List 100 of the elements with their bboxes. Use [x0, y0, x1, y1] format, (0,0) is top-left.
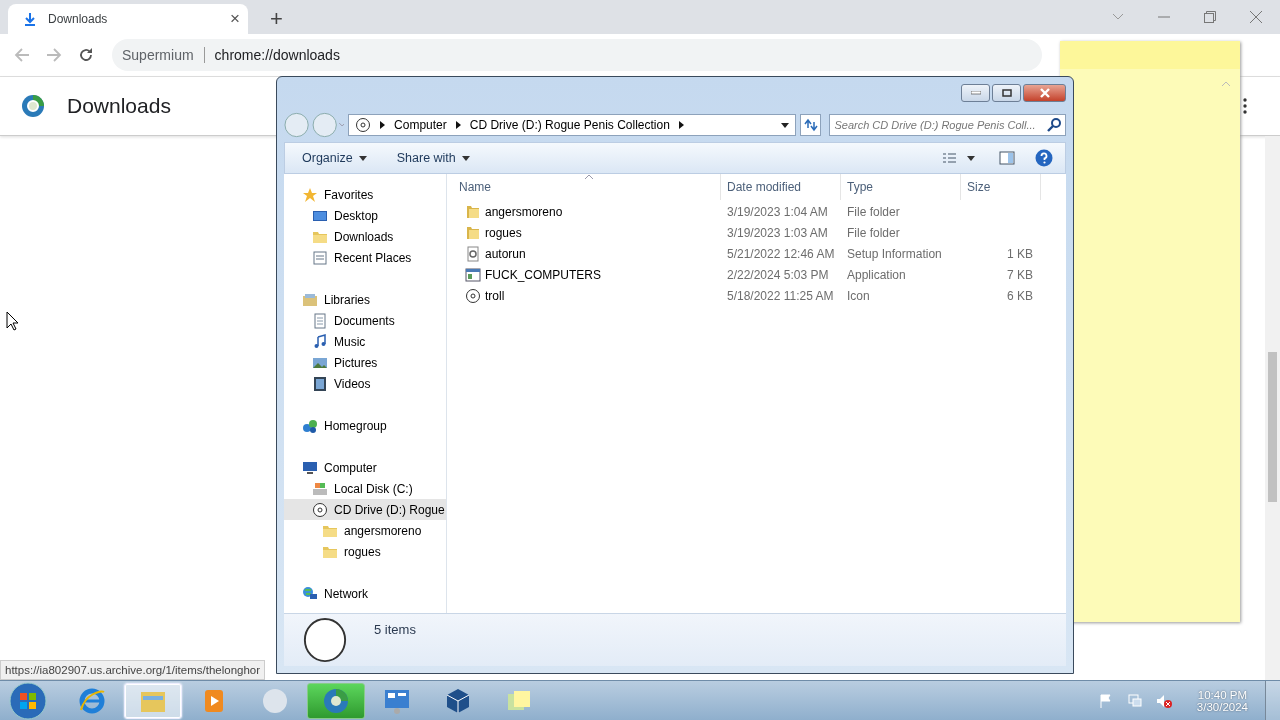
nav-item[interactable]: Network — [284, 583, 446, 604]
status-url: https://ia802907.us.archive.org/1/items/thelonghor — [0, 660, 266, 680]
network-icon[interactable] — [1126, 692, 1143, 709]
flag-icon[interactable] — [1097, 692, 1114, 709]
folder-icon — [465, 203, 481, 220]
new-tab-button[interactable]: + — [270, 8, 283, 30]
nav-label: Computer — [324, 460, 377, 475]
search-icon[interactable] — [1046, 117, 1062, 133]
nav-item[interactable]: Videos — [284, 373, 446, 394]
nav-item[interactable]: Favorites — [284, 184, 446, 205]
arrow-icon[interactable] — [455, 121, 461, 129]
file-row[interactable]: autorun 5/21/2022 12:46 AM Setup Information 1 KB — [447, 243, 1066, 264]
column-header[interactable]: Date modified — [721, 174, 841, 200]
file-row[interactable]: angersmoreno 3/19/2023 1:04 AM File folder — [447, 201, 1066, 222]
arrow-icon[interactable] — [380, 121, 386, 129]
nav-item[interactable]: angersmoreno — [284, 520, 446, 541]
file-name: autorun — [485, 246, 526, 261]
file-size: 6 KB — [1006, 288, 1034, 303]
nav-label: Downloads — [334, 229, 394, 244]
nav-item[interactable]: Downloads — [284, 226, 446, 247]
minimize-button[interactable] — [961, 84, 990, 102]
cd-icon — [312, 501, 328, 518]
preview-pane-icon[interactable] — [999, 150, 1015, 166]
nav-label: Favorites — [324, 187, 374, 202]
network-icon — [302, 585, 318, 602]
toolbar-menu[interactable]: Share with — [396, 151, 470, 165]
url-text: chrome://downloads — [214, 47, 340, 63]
tab-title: Downloads — [48, 12, 109, 26]
scrollbar[interactable] — [1265, 136, 1280, 680]
back-forward-icon[interactable] — [284, 112, 345, 138]
nav-item[interactable]: Homegroup — [284, 415, 446, 436]
nav-item[interactable]: Desktop — [284, 205, 446, 226]
address-bar[interactable]: Supermium chrome://downloads — [112, 39, 1042, 71]
nav-label: Documents — [334, 313, 395, 328]
nav-label: Desktop — [334, 208, 379, 223]
library-icon — [302, 291, 318, 308]
page-title: Downloads — [67, 94, 171, 118]
site-name: Supermium — [122, 47, 205, 63]
show-desktop-button[interactable] — [1265, 681, 1280, 720]
nav-item[interactable]: rogues — [284, 541, 446, 562]
column-header[interactable]: Name — [447, 174, 721, 200]
cursor-icon — [6, 311, 18, 331]
close-button[interactable] — [1023, 84, 1066, 102]
recent-icon — [312, 249, 328, 266]
toolbar-menu[interactable]: Organize — [302, 151, 367, 165]
dropdown-icon[interactable] — [781, 122, 790, 128]
reload-icon[interactable] — [78, 47, 94, 63]
file-date: 5/21/2022 12:46 AM — [726, 246, 836, 261]
refresh-button[interactable] — [800, 114, 822, 136]
nav-label: Recent Places — [334, 250, 412, 265]
computer-icon — [302, 459, 318, 476]
file-name: angersmoreno — [485, 204, 563, 219]
caret-icon — [358, 155, 367, 161]
file-row[interactable]: troll 5/18/2022 11:25 AM Icon 6 KB — [447, 285, 1066, 306]
folder-icon — [465, 224, 481, 241]
maximize-button[interactable] — [992, 84, 1021, 102]
help-icon[interactable] — [1035, 149, 1053, 167]
cd-icon — [355, 117, 372, 133]
chevron-icon[interactable] — [1112, 13, 1124, 21]
nav-item[interactable]: Pictures — [284, 352, 446, 373]
close-icon — [1038, 88, 1051, 98]
nav-label: Local Disk (C:) — [334, 481, 413, 496]
nav-label: Libraries — [324, 292, 371, 307]
taskbar-button[interactable] — [307, 682, 365, 719]
search-field[interactable]: Search CD Drive (D:) Rogue Penis Coll... — [829, 114, 1066, 136]
browser-tab[interactable]: Downloads × — [8, 4, 248, 34]
file-date: 5/18/2022 11:25 AM — [726, 288, 835, 303]
close-icon[interactable] — [1250, 11, 1262, 23]
nav-item[interactable]: Documents — [284, 310, 446, 331]
close-tab-button[interactable]: × — [230, 9, 240, 29]
restore-icon[interactable] — [1204, 11, 1216, 23]
scroll-up-icon[interactable] — [1222, 81, 1230, 86]
column-header[interactable]: Size — [961, 174, 1041, 200]
breadcrumb-item[interactable]: Computer — [394, 118, 447, 132]
nav-item[interactable]: Libraries — [284, 289, 446, 310]
breadcrumb-bar[interactable]: Computer CD Drive (D:) Rogue Penis Collection — [348, 114, 797, 136]
back-icon[interactable] — [14, 47, 30, 63]
app-icon — [465, 266, 481, 283]
forward-icon[interactable] — [46, 47, 62, 63]
setup-icon — [465, 245, 481, 262]
file-row[interactable]: rogues 3/19/2023 1:03 AM File folder — [447, 222, 1066, 243]
file-row[interactable]: FUCK_COMPUTERS 2/22/2024 5:03 PM Application 7 KB — [447, 264, 1066, 285]
nav-label: Music — [334, 334, 366, 349]
column-header[interactable]: Type — [841, 174, 961, 200]
nav-item[interactable]: Local Disk (C:) — [284, 478, 446, 499]
nav-item[interactable]: CD Drive (D:) Rogue — [284, 499, 446, 520]
disk-icon — [312, 480, 328, 497]
nav-item[interactable]: Recent Places — [284, 247, 446, 268]
start-button[interactable] — [8, 680, 48, 720]
file-type: File folder — [846, 204, 901, 219]
file-date: 2/22/2024 5:03 PM — [726, 267, 830, 282]
view-options-icon[interactable] — [943, 152, 975, 164]
nav-item[interactable]: Computer — [284, 457, 446, 478]
video-icon — [312, 375, 328, 392]
download-icon — [22, 11, 38, 27]
nav-item[interactable]: Music — [284, 331, 446, 352]
clock-date: 3/30/2024 — [1196, 700, 1248, 713]
more-icon[interactable] — [1243, 98, 1247, 114]
breadcrumb-item[interactable]: CD Drive (D:) Rogue Penis Collection — [469, 118, 670, 132]
arrow-icon[interactable] — [678, 121, 684, 129]
